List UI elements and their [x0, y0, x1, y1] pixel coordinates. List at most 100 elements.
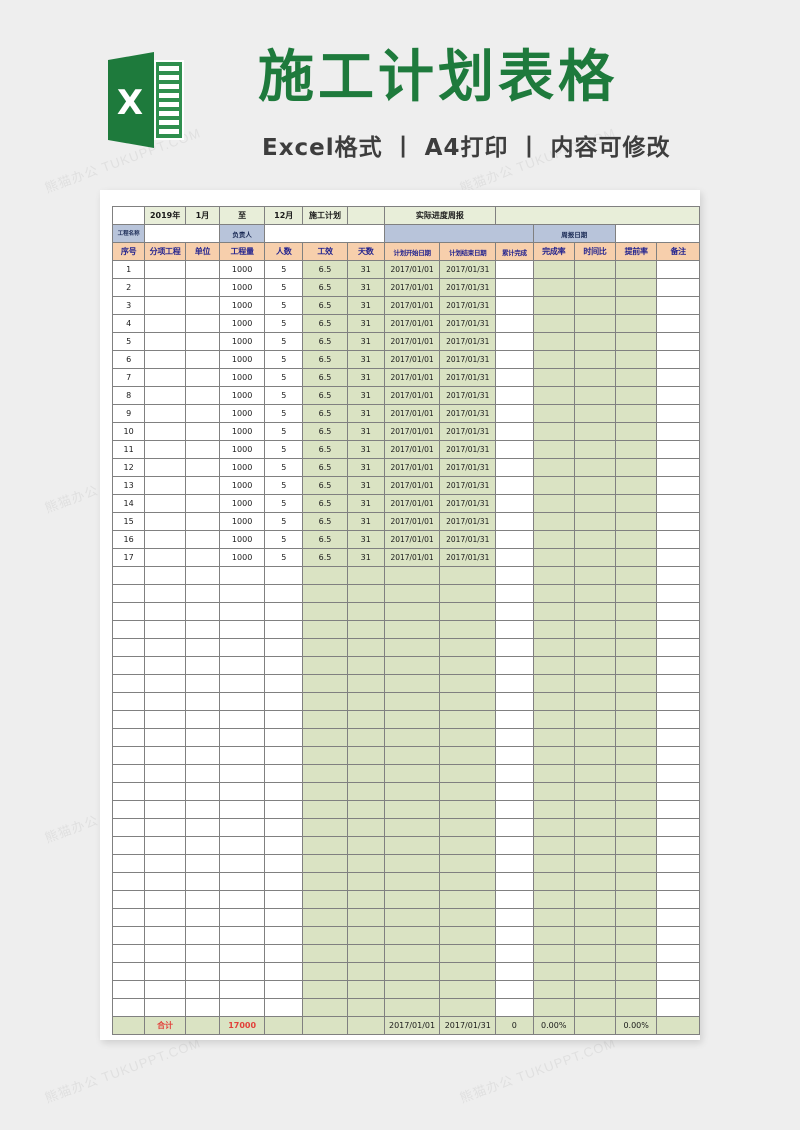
cell-ahead[interactable] — [615, 764, 658, 783]
cell-eff[interactable]: 6.5 — [302, 260, 348, 279]
cell-end[interactable]: 2017/01/31 — [439, 440, 497, 459]
cell-remark[interactable] — [656, 530, 700, 549]
cell-no[interactable] — [111, 998, 146, 1017]
cell-sub[interactable] — [144, 836, 186, 855]
cell-end[interactable]: 2017/01/31 — [439, 368, 497, 387]
cell-no[interactable]: 16 — [111, 530, 146, 549]
cell-start[interactable]: 2017/01/01 — [383, 440, 441, 459]
cell-rate[interactable] — [532, 728, 575, 747]
cell-no[interactable] — [111, 962, 146, 981]
cell-ahead[interactable] — [615, 926, 658, 945]
cell-sub[interactable] — [144, 566, 186, 585]
cell-remark[interactable] — [656, 350, 700, 369]
cell-done[interactable] — [495, 530, 534, 549]
cell-done[interactable] — [495, 746, 534, 765]
cell-people[interactable]: 5 — [264, 512, 304, 531]
cell-remark[interactable] — [656, 782, 700, 801]
progress-label-cell[interactable]: 实际进度周报 — [383, 206, 497, 225]
cell-days[interactable] — [346, 692, 385, 711]
cell-done[interactable] — [495, 386, 534, 405]
cell-rate[interactable] — [532, 404, 575, 423]
cell-start[interactable]: 2017/01/01 — [383, 314, 441, 333]
cell-qty[interactable] — [219, 584, 266, 603]
cell-eff[interactable] — [302, 854, 348, 873]
cell-eff[interactable] — [302, 638, 348, 657]
cell-end[interactable]: 2017/01/31 — [439, 530, 497, 549]
cell-no[interactable]: 8 — [111, 386, 146, 405]
cell-end[interactable]: 2017/01/31 — [439, 422, 497, 441]
cell-timeratio[interactable] — [573, 368, 617, 387]
cell-done[interactable] — [495, 782, 534, 801]
cell-rate[interactable] — [532, 908, 575, 927]
cell-done[interactable] — [495, 314, 534, 333]
cell-remark[interactable] — [656, 440, 700, 459]
cell-people[interactable] — [264, 674, 304, 693]
cell-sub[interactable] — [144, 764, 186, 783]
cell-days[interactable]: 31 — [346, 494, 385, 513]
col-header-eff[interactable]: 工效 — [302, 242, 348, 261]
cell-start[interactable]: 2017/01/01 — [383, 260, 441, 279]
cell-done[interactable] — [495, 836, 534, 855]
cell-ahead[interactable] — [615, 332, 658, 351]
cell-start[interactable]: 2017/01/01 — [383, 1016, 441, 1035]
cell-remark[interactable] — [656, 908, 700, 927]
cell-rate[interactable] — [532, 800, 575, 819]
cell-people[interactable]: 5 — [264, 530, 304, 549]
cell-end[interactable] — [439, 566, 497, 585]
cell-ahead[interactable] — [615, 494, 658, 513]
col-header-days[interactable]: 天数 — [346, 242, 385, 261]
cell-start[interactable] — [383, 656, 441, 675]
cell-done[interactable] — [495, 944, 534, 963]
cell-days[interactable] — [346, 566, 385, 585]
cell-remark[interactable] — [656, 728, 700, 747]
cell-remark[interactable] — [656, 1016, 700, 1035]
cell-sub[interactable] — [144, 638, 186, 657]
cell-unit[interactable] — [184, 458, 221, 477]
cell-timeratio[interactable] — [573, 764, 617, 783]
cell-sub[interactable] — [144, 278, 186, 297]
cell-days[interactable] — [346, 620, 385, 639]
cell-ahead[interactable] — [615, 296, 658, 315]
cell-eff[interactable] — [302, 836, 348, 855]
cell-eff[interactable] — [302, 710, 348, 729]
cell-rate[interactable] — [532, 674, 575, 693]
cell-sub[interactable] — [144, 674, 186, 693]
cell-eff[interactable]: 6.5 — [302, 314, 348, 333]
cell-timeratio[interactable] — [573, 836, 617, 855]
cell-eff[interactable] — [302, 872, 348, 891]
cell-timeratio[interactable] — [573, 710, 617, 729]
cell-end[interactable]: 2017/01/31 — [439, 476, 497, 495]
cell-no[interactable]: 14 — [111, 494, 146, 513]
cell-ahead[interactable] — [615, 818, 658, 837]
cell-people[interactable]: 5 — [264, 404, 304, 423]
cell-end[interactable]: 2017/01/31 — [439, 332, 497, 351]
cell-qty[interactable] — [219, 638, 266, 657]
cell-qty[interactable]: 1000 — [219, 314, 266, 333]
cell-remark[interactable] — [656, 602, 700, 621]
cell-remark[interactable] — [656, 512, 700, 531]
cell-qty[interactable] — [219, 674, 266, 693]
cell-done[interactable] — [495, 512, 534, 531]
cell-ahead[interactable] — [615, 800, 658, 819]
cell-done[interactable] — [495, 854, 534, 873]
cell-no[interactable]: 10 — [111, 422, 146, 441]
cell-days[interactable] — [346, 782, 385, 801]
cell-sub[interactable] — [144, 800, 186, 819]
cell-qty[interactable]: 1000 — [219, 476, 266, 495]
cell-done[interactable] — [495, 890, 534, 909]
cell-sub[interactable] — [144, 656, 186, 675]
cell-no[interactable]: 5 — [111, 332, 146, 351]
cell-unit[interactable] — [184, 512, 221, 531]
cell-rate[interactable] — [532, 584, 575, 603]
cell-end[interactable]: 2017/01/31 — [439, 1016, 497, 1035]
cell-qty[interactable]: 1000 — [219, 386, 266, 405]
cell-unit[interactable] — [184, 926, 221, 945]
cell-start[interactable] — [383, 638, 441, 657]
cell-no[interactable] — [111, 764, 146, 783]
cell-start[interactable]: 2017/01/01 — [383, 458, 441, 477]
cell-sub[interactable] — [144, 980, 186, 999]
cell-eff[interactable]: 6.5 — [302, 512, 348, 531]
cell-sub[interactable] — [144, 296, 186, 315]
cell-timeratio[interactable] — [573, 332, 617, 351]
cell-no[interactable]: 13 — [111, 476, 146, 495]
